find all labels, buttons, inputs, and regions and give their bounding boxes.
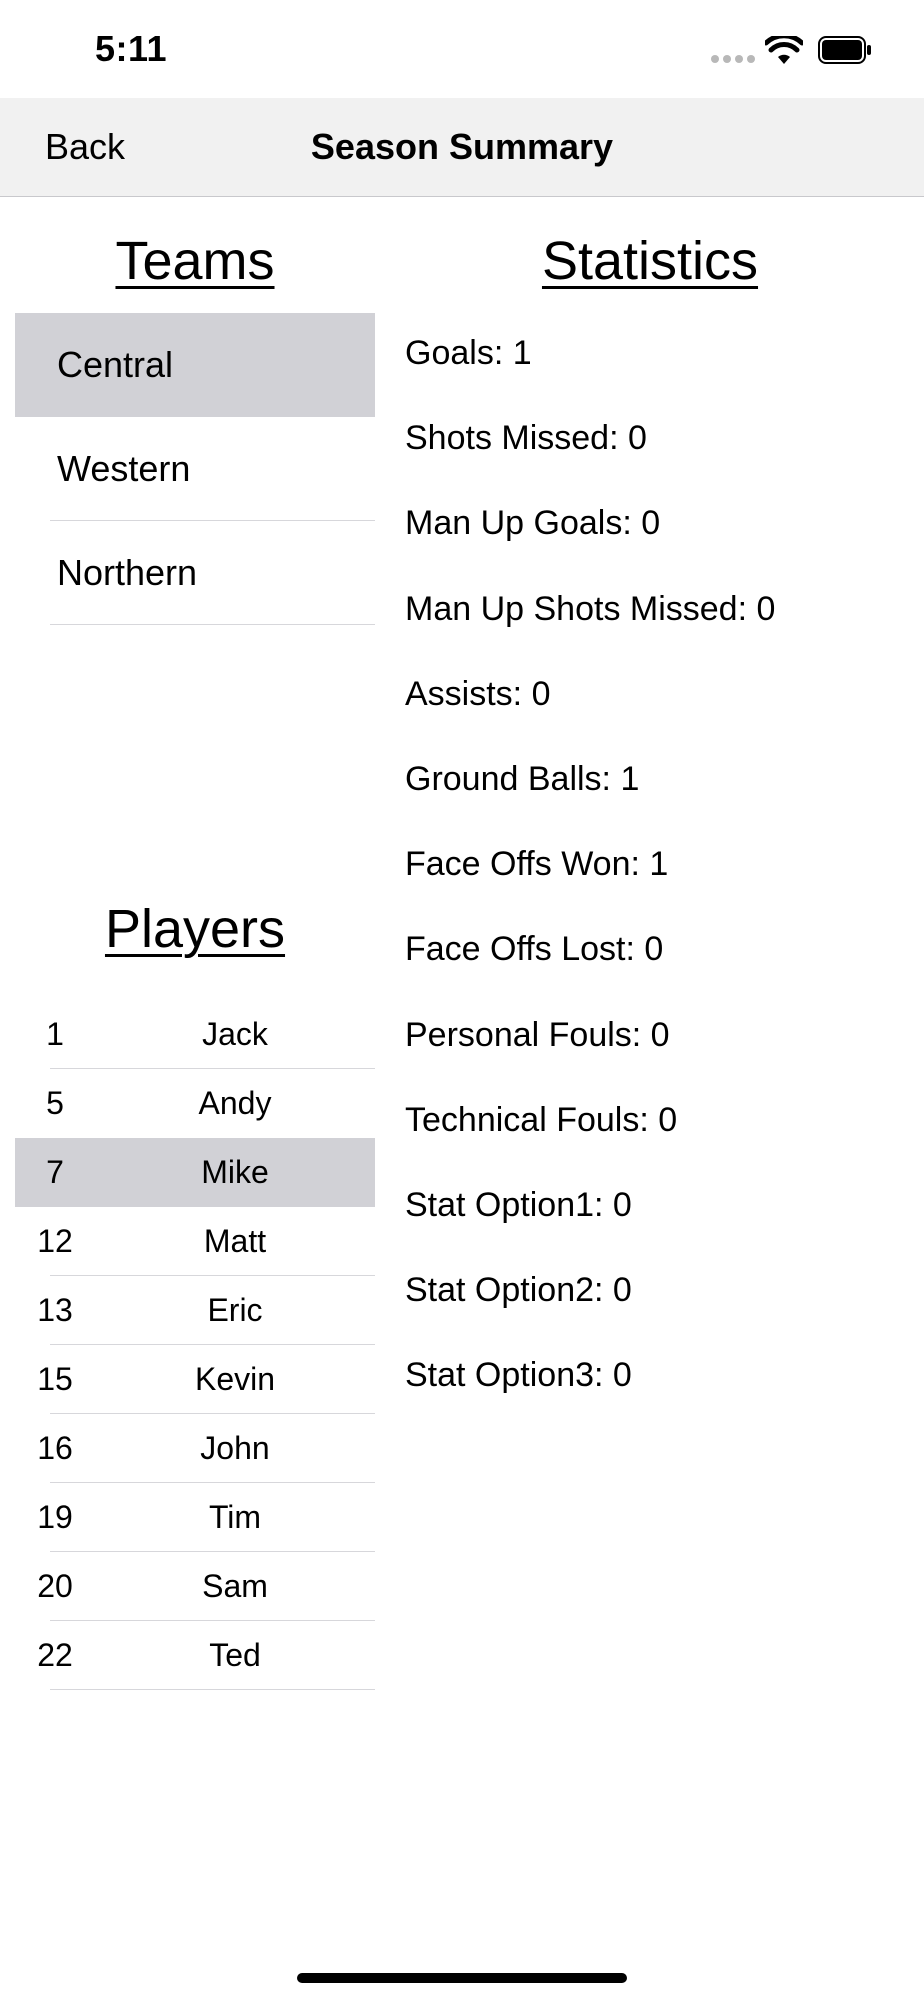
player-name: Andy	[198, 1085, 272, 1121]
player-name: Jack	[202, 1016, 268, 1052]
teams-list: Central Western Northern	[15, 313, 375, 625]
player-row[interactable]: 1 Jack	[15, 1000, 375, 1069]
team-name: Northern	[57, 552, 198, 593]
team-row[interactable]: Western	[15, 417, 375, 521]
status-time: 5:11	[95, 28, 168, 69]
player-row[interactable]: 16 John	[15, 1414, 375, 1483]
stat-assists: Assists: 0	[405, 674, 551, 713]
stat-man-up-goals: Man Up Goals: 0	[405, 504, 661, 543]
player-number: 16	[37, 1430, 73, 1466]
player-row[interactable]: 20 Sam	[15, 1552, 375, 1621]
team-name: Western	[57, 448, 191, 489]
players-heading: Players	[104, 899, 286, 959]
player-name: John	[200, 1430, 270, 1466]
stat-option-1: Stat Option1: 0	[405, 1185, 632, 1224]
player-number: 20	[37, 1568, 73, 1604]
team-name: Central	[57, 344, 174, 385]
cellular-signal-icon	[711, 55, 755, 63]
stat-face-offs-won: Face Offs Won: 1	[405, 845, 669, 884]
player-row[interactable]: 5 Andy	[15, 1069, 375, 1138]
team-row[interactable]: Northern	[15, 521, 375, 625]
page-title: Season Summary	[310, 126, 614, 167]
player-row[interactable]: 13 Eric	[15, 1276, 375, 1345]
player-name: Ted	[209, 1637, 261, 1673]
player-name: Kevin	[194, 1361, 276, 1397]
player-row[interactable]: 15 Kevin	[15, 1345, 375, 1414]
status-bar: 5:11	[0, 0, 924, 98]
teams-heading: Teams	[115, 231, 275, 291]
player-name: Sam	[202, 1568, 268, 1604]
player-number: 7	[46, 1154, 64, 1190]
stat-technical-fouls: Technical Fouls: 0	[405, 1100, 678, 1139]
stat-option-2: Stat Option2: 0	[405, 1271, 632, 1310]
stat-goals: Goals: 1	[405, 334, 532, 372]
stat-option-3: Stat Option3: 0	[405, 1356, 632, 1395]
player-name: Mike	[201, 1154, 269, 1190]
player-row[interactable]: 12 Matt	[15, 1207, 375, 1276]
player-number: 5	[46, 1085, 64, 1121]
stat-man-up-shots-missed: Man Up Shots Missed: 0	[405, 589, 776, 628]
player-number: 12	[37, 1223, 73, 1259]
player-name: Matt	[203, 1223, 267, 1259]
battery-icon	[818, 36, 871, 64]
players-list: 1 Jack 5 Andy 7 Mike 12 Matt 13 Eric 15 …	[15, 1000, 375, 1690]
player-row[interactable]: 7 Mike	[15, 1138, 375, 1207]
statistics-heading: Statistics	[541, 231, 759, 291]
stat-face-offs-lost: Face Offs Lost: 0	[405, 930, 664, 969]
player-number: 13	[37, 1292, 73, 1328]
player-name: Eric	[207, 1292, 263, 1328]
player-row[interactable]: 22 Ted	[15, 1621, 375, 1690]
stat-shots-missed: Shots Missed: 0	[405, 419, 647, 458]
statistics-list: Goals: 1 Shots Missed: 0 Man Up Goals: 0…	[405, 318, 905, 1425]
player-number: 19	[37, 1499, 73, 1535]
player-name: Tim	[208, 1499, 262, 1535]
player-number: 15	[37, 1361, 73, 1397]
stat-ground-balls: Ground Balls: 1	[405, 759, 640, 798]
home-indicator[interactable]	[297, 1973, 627, 1983]
navigation-bar: Back Season Summary	[0, 98, 924, 197]
team-row[interactable]: Central	[15, 313, 375, 417]
player-row[interactable]: 19 Tim	[15, 1483, 375, 1552]
player-number: 22	[37, 1637, 73, 1673]
player-number: 1	[46, 1016, 64, 1052]
wifi-icon	[765, 36, 803, 64]
stat-personal-fouls: Personal Fouls: 0	[405, 1015, 670, 1054]
